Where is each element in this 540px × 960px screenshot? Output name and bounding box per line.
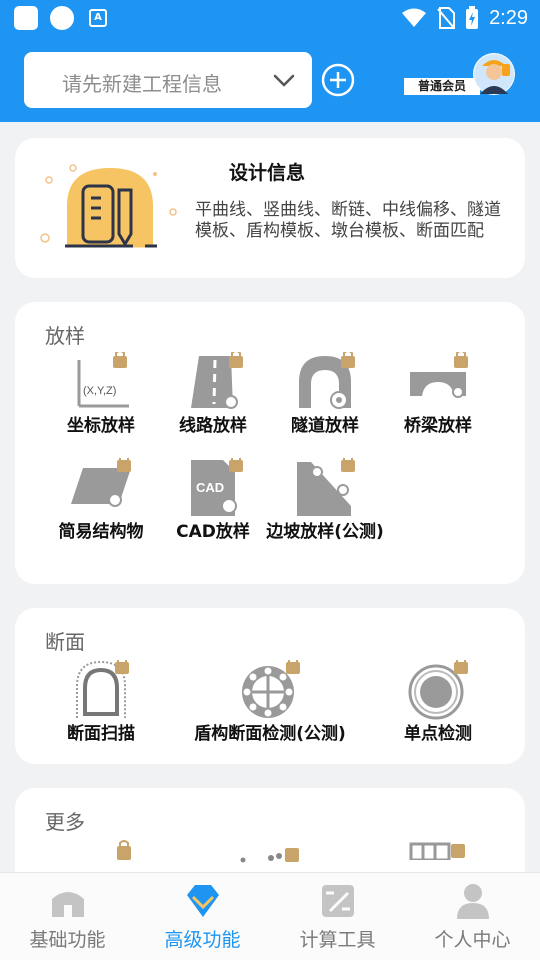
battery-icon (466, 6, 479, 29)
clock: 2:29 (489, 6, 528, 29)
section-scan-icon (76, 660, 129, 718)
calculator-icon (321, 885, 354, 917)
tile-label: CAD放样 (176, 522, 250, 542)
slope-icon (297, 458, 355, 516)
no-sim-icon (437, 7, 456, 29)
tile-label: 简易结构物 (58, 522, 144, 542)
tile-label: 隧道放样 (291, 416, 359, 436)
nav-calc-tools[interactable]: 计算工具 (270, 881, 405, 952)
cad-file-icon: CAD (191, 458, 243, 516)
section-title-gengduo: 更多 (45, 810, 85, 834)
tile-label: 边坡放样(公测) (266, 522, 384, 542)
tile-label: 桥梁放样 (404, 416, 472, 436)
person-icon (456, 884, 489, 919)
bridge-icon (410, 352, 468, 398)
duanmian-section: 断面 断面扫描 盾构断面检测(公测) 单点检测 (15, 608, 525, 764)
shield-section-icon (242, 660, 300, 718)
diamond-icon (186, 885, 219, 917)
add-project-button[interactable] (320, 62, 356, 98)
design-info-card[interactable]: 设计信息 平曲线、竖曲线、断链、中线偏移、隧道模板、盾构模板、墩台模板、断面匹配 (15, 138, 525, 278)
more-grid-icon (409, 842, 465, 860)
design-info-title: 设计信息 (229, 162, 306, 184)
notification-circle-icon (50, 6, 74, 30)
status-bar: A 2:29 (0, 0, 540, 36)
tile-simple-structure[interactable]: 简易结构物 (41, 458, 161, 543)
tile-slope-stakeout[interactable]: 边坡放样(公测) (265, 458, 385, 543)
tile-coordinate-stakeout[interactable]: (X,Y,Z) 坐标放样 (41, 352, 161, 437)
nav-advanced-functions[interactable]: 高级功能 (135, 881, 270, 952)
cad-icon-text: CAD (196, 480, 224, 495)
tile-section-scan[interactable]: 断面扫描 (41, 660, 161, 745)
coordinate-icon: (X,Y,Z) (77, 352, 129, 408)
road-icon (191, 352, 243, 409)
tile-label: 盾构断面检测(公测) (194, 724, 346, 744)
member-badge[interactable]: 普通会员 (404, 52, 516, 96)
nav-label: 计算工具 (299, 929, 376, 951)
lock-icon (117, 840, 131, 860)
project-selector-placeholder: 请先新建工程信息 (62, 72, 222, 96)
tile-shield-section-detect[interactable]: 盾构断面检测(公测) (187, 660, 353, 745)
more-tool-icon (240, 848, 299, 863)
section-title-fangyang: 放样 (45, 324, 85, 348)
gengduo-section: 更多 (15, 788, 525, 878)
tile-single-point-detect[interactable]: 单点检测 (378, 660, 498, 745)
chevron-down-icon (273, 74, 295, 87)
tile-cad-stakeout[interactable]: CAD CAD放样 (153, 458, 273, 543)
bottom-nav: 基础功能 高级功能 计算工具 个人中心 (0, 872, 540, 960)
nav-label: 个人中心 (434, 929, 511, 951)
tile-label: 坐标放样 (67, 416, 135, 436)
engineer-avatar-icon (473, 53, 515, 95)
tile-label: 断面扫描 (67, 724, 135, 744)
app-badge-icon: A (89, 9, 107, 27)
wifi-icon (402, 8, 427, 27)
notification-square-icon (14, 6, 38, 30)
section-title-duanmian: 断面 (45, 630, 85, 654)
tile-label: 单点检测 (404, 724, 472, 744)
member-label: 普通会员 (404, 78, 480, 95)
nav-label: 高级功能 (164, 929, 241, 951)
tile-tunnel-stakeout[interactable]: 隧道放样 (265, 352, 385, 437)
app-header: A 2:29 请先新建工程信息 普通会员 (0, 0, 540, 122)
home-icon (51, 892, 84, 917)
nav-basic-functions[interactable]: 基础功能 (0, 881, 135, 952)
design-info-description: 平曲线、竖曲线、断链、中线偏移、隧道模板、盾构模板、墩台模板、断面匹配 (195, 200, 501, 241)
tile-road-stakeout[interactable]: 线路放样 (153, 352, 273, 437)
tunnel-icon (299, 352, 355, 409)
coordinate-icon-text: (X,Y,Z) (83, 385, 116, 397)
nav-personal-center[interactable]: 个人中心 (405, 881, 540, 952)
single-point-icon (408, 660, 468, 720)
tile-label: 线路放样 (179, 416, 247, 436)
tile-bridge-stakeout[interactable]: 桥梁放样 (378, 352, 498, 437)
nav-label: 基础功能 (29, 929, 106, 951)
fangyang-section: 放样 (X,Y,Z) 坐标放样 线路放样 隧道放样 桥梁放样 简易结构物 CAD… (15, 302, 525, 584)
project-selector[interactable]: 请先新建工程信息 (24, 52, 312, 108)
structure-icon (71, 458, 131, 507)
design-tools-icon (40, 164, 177, 248)
